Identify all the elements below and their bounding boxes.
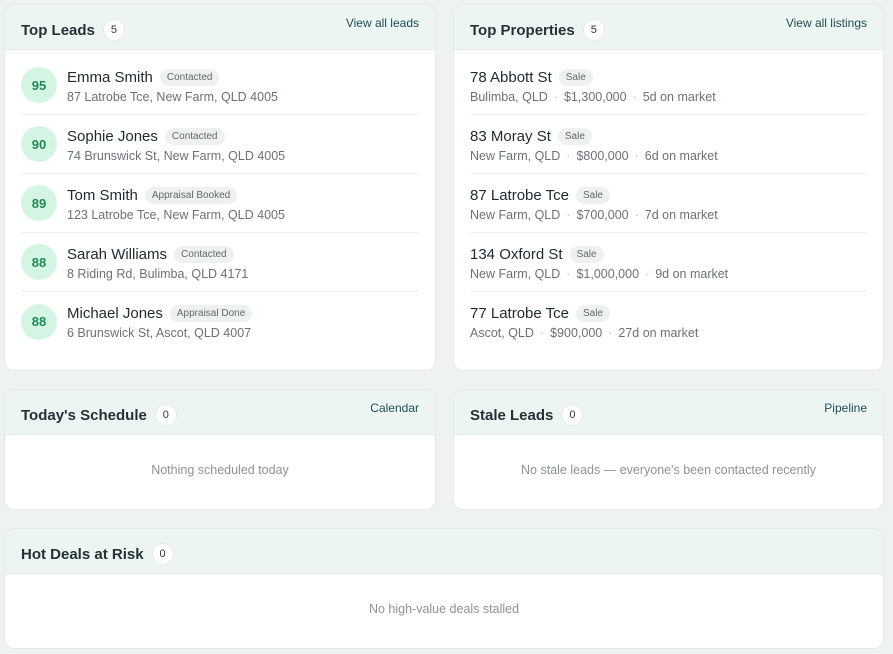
property-days-on-market: 5d on market [642,89,716,104]
property-row[interactable]: 77 Latrobe Tce Sale Ascot, QLD · $900,000 ·… [470,292,867,351]
property-suburb: Bulimba, QLD [470,89,548,104]
lead-address: 74 Brunswick St, New Farm, QLD 4005 [67,148,286,163]
lead-name[interactable]: Sarah Williams [67,246,167,263]
property-row[interactable]: 87 Latrobe Tce Sale New Farm, QLD · $700,0… [470,174,867,233]
property-type-badge: Sale [575,186,610,204]
lead-score-badge: 95 [21,67,57,103]
property-suburb: New Farm, QLD [470,266,561,281]
lead-row[interactable]: 89 Tom Smith Appraisal Booked 123 Latrob… [21,174,419,233]
top-leads-count-badge: 5 [102,19,125,41]
stale-leads-empty-message: No stale leads — everyone's been contact… [521,463,816,477]
property-details: New Farm, QLD · $800,000 · 6d on market [470,148,718,163]
hot-deals-header: Hot Deals at Risk 0 [5,529,883,574]
lead-address: 8 Riding Rd, Bulimba, QLD 4171 [67,266,249,281]
hot-deals-count-badge: 0 [151,543,174,565]
property-address[interactable]: 83 Moray St [470,128,551,145]
top-properties-title-text: Top Properties [470,21,575,39]
stale-leads-card: Stale Leads 0 Pipeline No stale leads — … [453,389,884,510]
property-address[interactable]: 134 Oxford St [470,246,563,263]
todays-schedule-title: Today's Schedule 0 [21,404,177,426]
property-type-badge: Sale [569,245,604,263]
todays-schedule-count-badge: 0 [154,404,177,426]
stale-leads-title-text: Stale Leads [470,406,554,424]
property-address[interactable]: 87 Latrobe Tce [470,187,569,204]
property-type-badge: Sale [575,305,610,322]
lead-score-badge: 88 [21,303,57,340]
schedule-empty-message: Nothing scheduled today [151,463,289,477]
property-type-badge: Sale [557,127,592,145]
property-row[interactable]: 78 Abbott St Sale Bulimba, QLD · $1,300,00… [470,56,867,115]
stale-leads-title: Stale Leads 0 [470,404,584,426]
hot-deals-title: Hot Deals at Risk 0 [21,543,174,565]
lead-status-badge: Appraisal Done [169,305,253,322]
property-suburb: New Farm, QLD [470,207,561,222]
calendar-link[interactable]: Calendar [370,401,419,415]
property-address[interactable]: 77 Latrobe Tce [470,305,569,322]
top-leads-card: Top Leads 5 View all leads 95 Emma Smith… [4,4,436,371]
lead-name[interactable]: Michael Jones [67,305,163,322]
stale-leads-header: Stale Leads 0 Pipeline [454,390,883,435]
property-price: $900,000 [550,326,603,340]
lead-status-badge: Contacted [174,245,234,263]
lead-status-badge: Contacted [159,68,220,86]
top-leads-list: 95 Emma Smith Contacted 87 Latrobe Tce, … [5,50,435,351]
property-details: Bulimba, QLD · $1,300,000 · 5d on market [470,89,716,104]
todays-schedule-header: Today's Schedule 0 Calendar [5,390,435,435]
top-leads-title-text: Top Leads [21,21,95,39]
lead-address: 6 Brunswick St, Ascot, QLD 4007 [67,326,252,340]
lead-status-badge: Contacted [164,127,225,145]
top-properties-header: Top Properties 5 View all listings [454,5,883,50]
top-leads-header: Top Leads 5 View all leads [5,5,435,50]
property-type-badge: Sale [558,68,593,86]
lead-score-badge: 90 [21,126,57,162]
property-details: New Farm, QLD · $700,000 · 7d on market [470,207,718,222]
lead-row[interactable]: 90 Sophie Jones Contacted 74 Brunswick S… [21,115,419,174]
todays-schedule-title-text: Today's Schedule [21,406,147,424]
stale-leads-count-badge: 0 [561,404,584,426]
lead-name[interactable]: Sophie Jones [67,128,158,145]
lead-row[interactable]: 95 Emma Smith Contacted 87 Latrobe Tce, … [21,56,419,115]
lead-name[interactable]: Tom Smith [67,187,138,204]
pipeline-link[interactable]: Pipeline [824,401,867,415]
view-all-listings-link[interactable]: View all listings [786,16,867,30]
property-price: $1,000,000 [576,266,640,281]
view-all-leads-link[interactable]: View all leads [346,16,419,30]
lead-score-badge: 89 [21,185,57,221]
property-days-on-market: 27d on market [618,326,699,340]
top-properties-list: 78 Abbott St Sale Bulimba, QLD · $1,300,00… [454,50,883,351]
property-details: Ascot, QLD · $900,000 · 27d on market [470,326,699,340]
lead-score-badge: 88 [21,244,57,280]
lead-status-badge: Appraisal Booked [144,186,238,204]
property-price: $700,000 [576,207,629,222]
hot-deals-card: Hot Deals at Risk 0 No high-value deals … [4,528,884,649]
property-suburb: New Farm, QLD [470,148,561,163]
property-days-on-market: 7d on market [644,207,718,222]
lead-address: 87 Latrobe Tce, New Farm, QLD 4005 [67,89,278,104]
hot-deals-empty-message: No high-value deals stalled [368,602,520,616]
lead-name[interactable]: Emma Smith [67,69,153,86]
property-price: $1,300,000 [563,89,627,104]
lead-row[interactable]: 88 Michael Jones Appraisal Done 6 Brunsw… [21,292,419,351]
property-row[interactable]: 83 Moray St Sale New Farm, QLD · $800,000 ·… [470,115,867,174]
property-days-on-market: 6d on market [644,148,718,163]
property-suburb: Ascot, QLD [470,326,534,340]
property-row[interactable]: 134 Oxford St Sale New Farm, QLD · $1,000,… [470,233,867,292]
top-properties-count-badge: 5 [582,19,605,41]
top-properties-title: Top Properties 5 [470,19,605,41]
todays-schedule-card: Today's Schedule 0 Calendar Nothing sche… [4,389,436,510]
property-price: $800,000 [576,148,629,163]
lead-address: 123 Latrobe Tce, New Farm, QLD 4005 [67,207,285,222]
top-properties-card: Top Properties 5 View all listings 78 Ab… [453,4,884,371]
lead-row[interactable]: 88 Sarah Williams Contacted 8 Riding Rd,… [21,233,419,292]
top-leads-title: Top Leads 5 [21,19,125,41]
hot-deals-title-text: Hot Deals at Risk [21,545,144,563]
property-days-on-market: 9d on market [655,266,729,281]
property-address[interactable]: 78 Abbott St [470,69,552,86]
property-details: New Farm, QLD · $1,000,000 · 9d on market [470,266,729,281]
